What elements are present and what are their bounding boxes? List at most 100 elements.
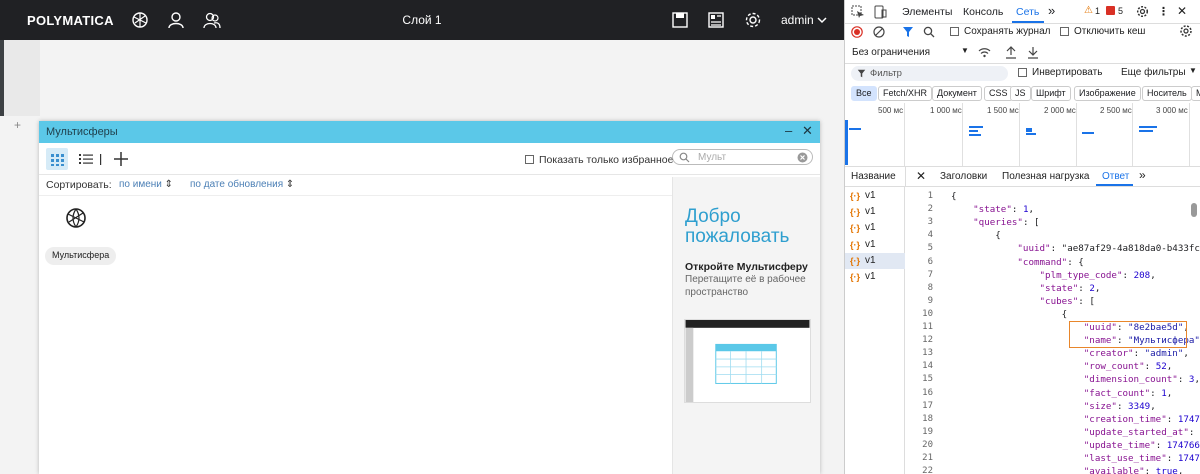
kebab-menu-icon[interactable]: ⋮ xyxy=(1158,5,1169,18)
request-item[interactable]: {·} v1 xyxy=(845,237,905,253)
gear-icon[interactable] xyxy=(743,10,763,30)
response-scrollbar[interactable] xyxy=(1191,203,1197,217)
response-viewer[interactable]: 1 {2 "state": 1, 3 "queries": [4 {5 "uuid"… xyxy=(905,187,1200,474)
more-tabs-icon[interactable]: » xyxy=(1048,3,1055,18)
search-placeholder: Мульт xyxy=(698,152,727,163)
record-icon[interactable] xyxy=(851,26,863,38)
search-input[interactable]: Мульт xyxy=(672,149,813,165)
error-icon[interactable] xyxy=(1106,6,1115,15)
layer-tab-strip[interactable] xyxy=(0,40,40,116)
request-item-selected[interactable]: {·} v1 xyxy=(845,253,905,269)
timeline-label: 3 000 мс xyxy=(1156,106,1188,115)
tab-response[interactable]: Ответ xyxy=(1102,171,1129,182)
top-bar: POLYMATICA Слой 1 admin xyxy=(0,0,844,40)
filter-input[interactable]: Фильтр xyxy=(851,66,1008,81)
response-line: "available": true, xyxy=(1083,466,1184,474)
disable-cache-checkbox[interactable] xyxy=(1060,27,1069,36)
welcome-panel: Добро пожаловать Откройте Мультисферу Пе… xyxy=(672,177,820,474)
request-item[interactable]: {·} v1 xyxy=(845,269,905,285)
request-name: v1 xyxy=(865,206,876,217)
request-item[interactable]: {·} v1 xyxy=(845,188,905,204)
filter-manifest[interactable]: М xyxy=(1191,86,1200,101)
filter-css[interactable]: CSS xyxy=(984,86,1013,101)
filter-all[interactable]: Все xyxy=(851,86,877,101)
request-item[interactable]: {·} v1 xyxy=(845,220,905,236)
name-column-header[interactable]: Название xyxy=(851,171,896,182)
more-detail-tabs-icon[interactable]: » xyxy=(1139,168,1146,182)
response-line: "update_time": 1747660 xyxy=(1083,439,1200,451)
tab-console[interactable]: Консоль xyxy=(963,6,1003,18)
tab-network[interactable]: Сеть xyxy=(1016,6,1039,18)
filter-fetch-xhr[interactable]: Fetch/XHR xyxy=(878,86,933,101)
toolbar-divider xyxy=(100,154,102,165)
welcome-title: Добро пожаловать xyxy=(685,206,790,247)
inspect-icon[interactable] xyxy=(851,5,865,19)
device-toolbar-icon[interactable] xyxy=(873,5,887,19)
filter-js[interactable]: JS xyxy=(1010,86,1031,101)
request-name: v1 xyxy=(865,271,876,282)
tab-payload[interactable]: Полезная нагрузка xyxy=(1002,171,1090,182)
chevron-down-icon[interactable] xyxy=(816,10,828,30)
search-icon[interactable] xyxy=(923,26,935,38)
user-name[interactable]: admin xyxy=(781,13,814,27)
filter-media[interactable]: Носитель xyxy=(1142,86,1192,101)
polymatica-app: POLYMATICA Слой 1 admin + Мультисферы – … xyxy=(0,0,844,474)
settings-gear-icon[interactable] xyxy=(1136,5,1149,18)
request-list: {·} v1 {·} v1 {·} v1 {·} v1 {·} v1 {·} v1 xyxy=(845,187,905,474)
upload-icon[interactable] xyxy=(1005,46,1017,59)
waterfall-bars xyxy=(845,120,1157,165)
sort-by-update[interactable]: по дате обновления ⇕ xyxy=(190,179,294,190)
tab-headers[interactable]: Заголовки xyxy=(940,171,987,182)
cube-name-chip[interactable]: Мультисфера xyxy=(45,247,117,265)
clear-search-icon[interactable] xyxy=(797,152,808,163)
download-icon[interactable] xyxy=(1027,46,1039,59)
clear-icon[interactable] xyxy=(873,26,885,38)
tab-elements[interactable]: Элементы xyxy=(902,6,952,18)
active-detail-underline xyxy=(1096,184,1133,186)
list-view-icon[interactable] xyxy=(75,148,97,170)
filter-font[interactable]: Шрифт xyxy=(1031,86,1071,101)
response-line: "command": { xyxy=(1017,256,1084,268)
throttling-select[interactable]: Без ограничения xyxy=(852,47,930,58)
request-name: v1 xyxy=(865,190,876,201)
active-layer-marker xyxy=(0,40,4,116)
throttling-row: Без ограничения ▼ xyxy=(845,42,1200,64)
multisphere-cube-icon[interactable] xyxy=(64,206,88,230)
line-number: 16 xyxy=(922,387,933,398)
add-layer-button[interactable]: + xyxy=(14,118,21,132)
close-button[interactable]: ✕ xyxy=(802,124,813,138)
sort-by-update-label: по дате обновления xyxy=(190,179,284,190)
close-detail-icon[interactable]: ✕ xyxy=(916,169,926,183)
wifi-icon[interactable] xyxy=(978,46,991,59)
line-number: 21 xyxy=(922,453,933,463)
invert-checkbox[interactable] xyxy=(1018,68,1027,77)
layout-icon[interactable] xyxy=(706,10,726,30)
line-number: 20 xyxy=(922,439,933,450)
search-icon xyxy=(679,152,690,163)
response-line: "dimension_count": 3, xyxy=(1083,374,1200,386)
close-devtools-icon[interactable]: ✕ xyxy=(1177,4,1187,18)
response-line: { xyxy=(951,308,1068,320)
checkbox-box[interactable] xyxy=(525,155,534,164)
response-line: "size": 3349, xyxy=(1083,400,1156,412)
minimize-button[interactable]: – xyxy=(785,124,792,138)
sort-label: Сортировать: xyxy=(46,179,112,191)
dialog-title: Мультисферы xyxy=(46,126,118,138)
save-icon[interactable] xyxy=(670,10,690,30)
more-filters-button[interactable]: Еще фильтры xyxy=(1121,67,1186,78)
filter-document[interactable]: Документ xyxy=(932,86,982,101)
add-icon[interactable] xyxy=(110,148,132,170)
line-number: 8 xyxy=(927,282,933,293)
line-number: 1 xyxy=(927,191,933,201)
sort-by-name[interactable]: по имени ⇕ xyxy=(119,179,173,190)
grid-view-icon[interactable] xyxy=(46,148,68,170)
timeline-label: 1 500 мс xyxy=(987,106,1019,115)
network-settings-icon[interactable] xyxy=(1179,24,1193,38)
favorites-checkbox[interactable]: Показать только избранное xyxy=(525,154,673,166)
filter-image[interactable]: Изображение xyxy=(1074,86,1141,101)
warning-icon[interactable]: ⚠ xyxy=(1084,5,1093,16)
preserve-log-checkbox[interactable] xyxy=(950,27,959,36)
filter-icon[interactable] xyxy=(902,26,914,38)
throttling-dropdown-icon[interactable]: ▼ xyxy=(961,46,969,55)
request-item[interactable]: {·} v1 xyxy=(845,204,905,220)
